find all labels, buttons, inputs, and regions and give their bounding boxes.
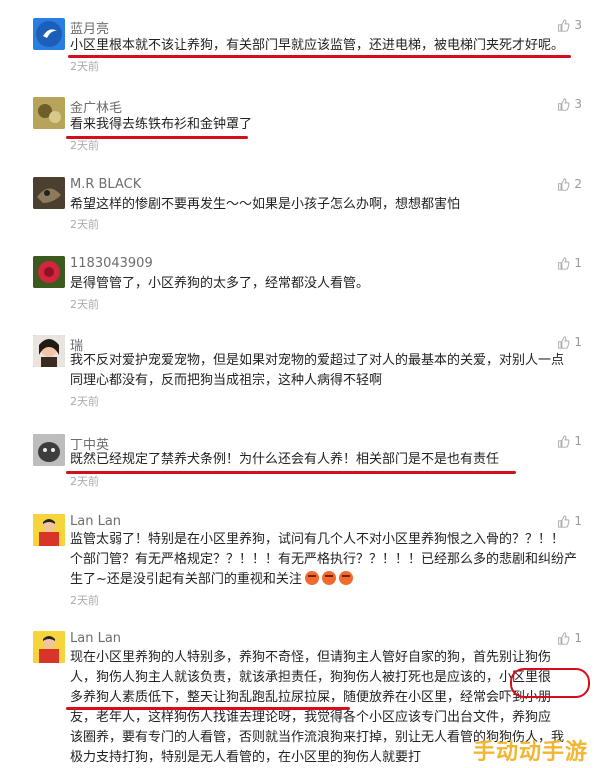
avatar[interactable] [33, 256, 65, 288]
timestamp: 2天前 [70, 594, 99, 607]
like-count: 1 [574, 335, 582, 349]
username[interactable]: 1183043909 [70, 256, 153, 271]
avatar[interactable] [33, 97, 65, 129]
timestamp: 2天前 [70, 475, 99, 488]
comment-line: 个部门管？有无严格规定？？！！！有无严格执行？？！！！已经那么多的悲剧和纠纷产 [70, 552, 578, 567]
comment-line: 现在小区里养狗的人特别多，养狗不奇怪，但请狗主人管好自家的狗，首先别让狗伤 [70, 650, 552, 665]
like-button[interactable]: 1 [557, 631, 582, 645]
timestamp: 2天前 [70, 218, 99, 231]
avatar[interactable] [33, 631, 65, 663]
highlight-circle [510, 668, 590, 698]
username[interactable]: Lan Lan [70, 631, 121, 646]
angry-face-icon [338, 571, 353, 585]
comment-line: 既然已经规定了禁养犬条例！为什么还会有人养！相关部门是不是也有责任 [70, 452, 500, 467]
username[interactable]: 蓝月亮 [70, 18, 109, 37]
angry-face-icon [304, 571, 319, 585]
thumbs-up-icon [558, 514, 570, 528]
like-count: 1 [574, 256, 582, 270]
comment-line-text: 生了~还是没引起有关部门的重视和关注 [70, 572, 302, 587]
comment-line: 小区里根本就不该让养狗，有关部门早就应该监管，还进电梯，被电梯门夹死才好呢。 [70, 38, 565, 53]
thumbs-up-icon [558, 631, 570, 645]
comment-text: 监管太弱了！特别是在小区里养狗，试问有几个人不对小区里养狗恨之入骨的？？！！ 个… [70, 530, 580, 590]
comment-text: 是得管管了，小区养狗的太多了，经常都没人看管。 [70, 274, 580, 294]
like-button[interactable]: 1 [557, 434, 582, 448]
timestamp: 2天前 [70, 139, 99, 152]
avatar[interactable] [33, 434, 65, 466]
avatar[interactable] [33, 514, 65, 546]
comment-text: 我不反对爱护宠爱宠物，但是如果对宠物的爱超过了对人的最基本的关爱，对别人一点 同… [70, 351, 580, 391]
angry-face-icon [321, 571, 336, 585]
highlight-underline [66, 136, 248, 139]
avatar[interactable] [33, 18, 65, 50]
like-count: 1 [574, 631, 582, 645]
like-count: 3 [574, 97, 582, 111]
like-button[interactable]: 1 [557, 514, 582, 528]
comment-line: 生了~还是没引起有关部门的重视和关注 [70, 570, 580, 590]
username[interactable]: Lan Lan [70, 514, 121, 529]
avatar[interactable] [33, 177, 65, 209]
comment-line: 希望这样的惨剧不要再发生～～如果是小孩子怎么办啊，想想都害怕 [70, 197, 461, 212]
highlight-underline [66, 707, 350, 710]
highlight-underline [66, 471, 516, 474]
comment-text: 小区里根本就不该让养狗，有关部门早就应该监管，还进电梯，被电梯门夹死才好呢。 [70, 36, 580, 56]
comment-text: 看来我得去练铁布衫和金钟罩了 [70, 115, 580, 135]
username[interactable]: M.R BLACK [70, 177, 141, 192]
comment-line: 多养狗人素质低下，整天让狗乱跑乱拉尿拉屎，随便放养在小区里，经常会吓到小朋 [70, 690, 552, 705]
like-count: 1 [574, 514, 582, 528]
avatar[interactable] [33, 335, 65, 367]
like-button[interactable]: 2 [557, 177, 582, 191]
thumbs-up-icon [558, 97, 570, 111]
comment-line: 我不反对爱护宠爱宠物，但是如果对宠物的爱超过了对人的最基本的关爱，对别人一点 [70, 353, 565, 368]
like-button[interactable]: 1 [557, 335, 582, 349]
comment-line: 是得管管了，小区养狗的太多了，经常都没人看管。 [70, 276, 370, 291]
username[interactable]: 金广林毛 [70, 97, 122, 116]
comment-line: 同理心都没有，反而把狗当成祖宗，这种人病得不轻啊 [70, 373, 383, 388]
thumbs-up-icon [558, 18, 570, 32]
comment-text: 既然已经规定了禁养犬条例！为什么还会有人养！相关部门是不是也有责任 [70, 450, 580, 470]
like-count: 1 [574, 434, 582, 448]
comment-line: 看来我得去练铁布衫和金钟罩了 [70, 117, 253, 132]
watermark: 手动动手游 [472, 740, 588, 765]
comment-line: 友，老年人，这样狗伤人找谁去理论呀，我觉得各个小区应该专门出台文件，养狗应 [70, 710, 552, 725]
timestamp: 2天前 [70, 60, 99, 73]
thumbs-up-icon [558, 335, 570, 349]
comment-line: 人，狗伤人狗主人就该负责，就该承担责任，狗狗伤人被打死也是应该的，小区里很 [70, 670, 552, 685]
like-button[interactable]: 3 [557, 97, 582, 111]
like-count: 3 [574, 18, 582, 32]
like-button[interactable]: 3 [557, 18, 582, 32]
thumbs-up-icon [558, 177, 570, 191]
like-button[interactable]: 1 [557, 256, 582, 270]
like-count: 2 [574, 177, 582, 191]
comment-line: 监管太弱了！特别是在小区里养狗，试问有几个人不对小区里养狗恨之入骨的？？！！ [70, 532, 565, 547]
thumbs-up-icon [558, 434, 570, 448]
comment-text: 希望这样的惨剧不要再发生～～如果是小孩子怎么办啊，想想都害怕 [70, 195, 580, 215]
timestamp: 2天前 [70, 395, 99, 408]
timestamp: 2天前 [70, 298, 99, 311]
thumbs-up-icon [558, 256, 570, 270]
highlight-underline [68, 55, 571, 58]
